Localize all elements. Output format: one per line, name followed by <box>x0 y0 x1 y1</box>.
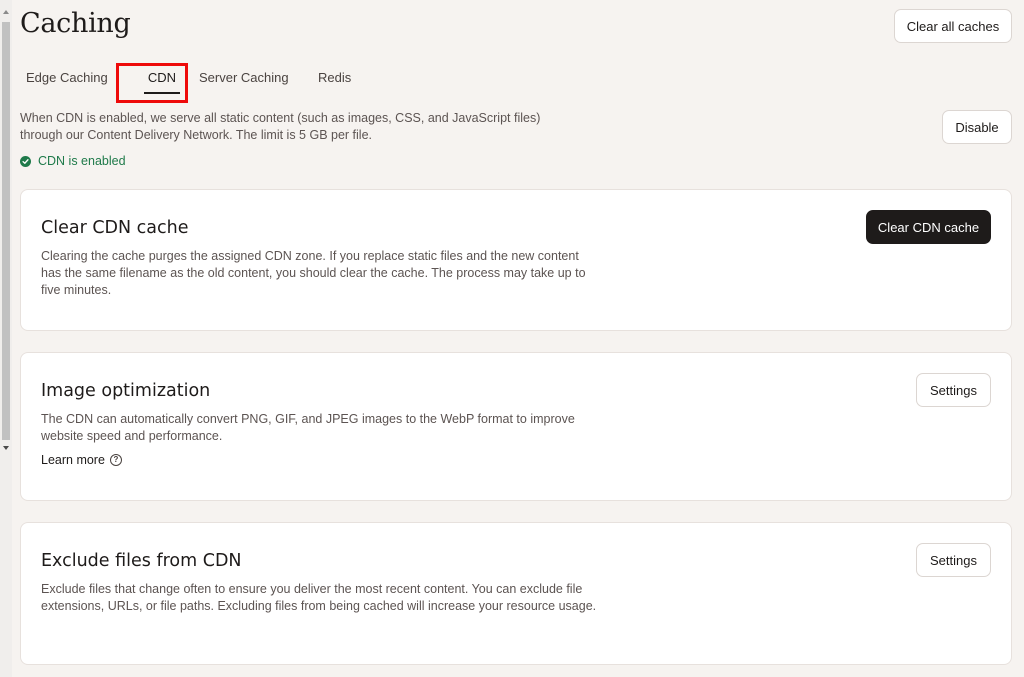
learn-more-label: Learn more <box>41 453 105 467</box>
clear-cdn-cache-text: Clearing the cache purges the assigned C… <box>41 249 586 297</box>
scrollbar-thumb[interactable] <box>2 22 10 440</box>
cdn-status: CDN is enabled <box>20 154 126 168</box>
tab-edge-caching[interactable]: Edge Caching <box>26 66 108 92</box>
tab-server-caching[interactable]: Server Caching <box>199 66 289 92</box>
clear-cdn-cache-button[interactable]: Clear CDN cache <box>866 210 991 244</box>
exclude-files-settings-button[interactable]: Settings <box>916 543 991 577</box>
disable-cdn-button[interactable]: Disable <box>942 110 1012 144</box>
question-circle-icon: ? <box>109 454 122 466</box>
clear-cdn-cache-title: Clear CDN cache <box>41 218 189 238</box>
cdn-status-text: CDN is enabled <box>38 154 126 168</box>
image-optimization-settings-button[interactable]: Settings <box>916 373 991 407</box>
clear-cdn-cache-card: Clear CDN cache Clearing the cache purge… <box>20 189 1012 331</box>
check-circle-icon <box>20 155 31 167</box>
tab-redis[interactable]: Redis <box>318 66 351 92</box>
exclude-files-card: Exclude files from CDN Exclude files tha… <box>20 522 1012 665</box>
page-scrollbar[interactable] <box>0 0 12 677</box>
learn-more-link[interactable]: Learn more ? <box>41 453 122 467</box>
image-optimization-text: The CDN can automatically convert PNG, G… <box>41 412 575 443</box>
exclude-files-title: Exclude files from CDN <box>41 551 242 571</box>
page-title: Caching <box>20 8 131 39</box>
tab-cdn[interactable]: CDN <box>138 66 186 94</box>
image-optimization-card: Image optimization The CDN can automatic… <box>20 352 1012 501</box>
scroll-down-arrow-icon[interactable] <box>3 446 9 450</box>
exclude-files-text: Exclude files that change often to ensur… <box>41 582 597 613</box>
clear-all-caches-button[interactable]: Clear all caches <box>894 9 1012 43</box>
image-optimization-title: Image optimization <box>41 381 211 401</box>
active-tab-underline <box>144 92 180 94</box>
cdn-description: When CDN is enabled, we serve all static… <box>20 111 541 142</box>
scroll-up-arrow-icon[interactable] <box>3 10 9 14</box>
tab-cdn-label: CDN <box>147 70 177 85</box>
